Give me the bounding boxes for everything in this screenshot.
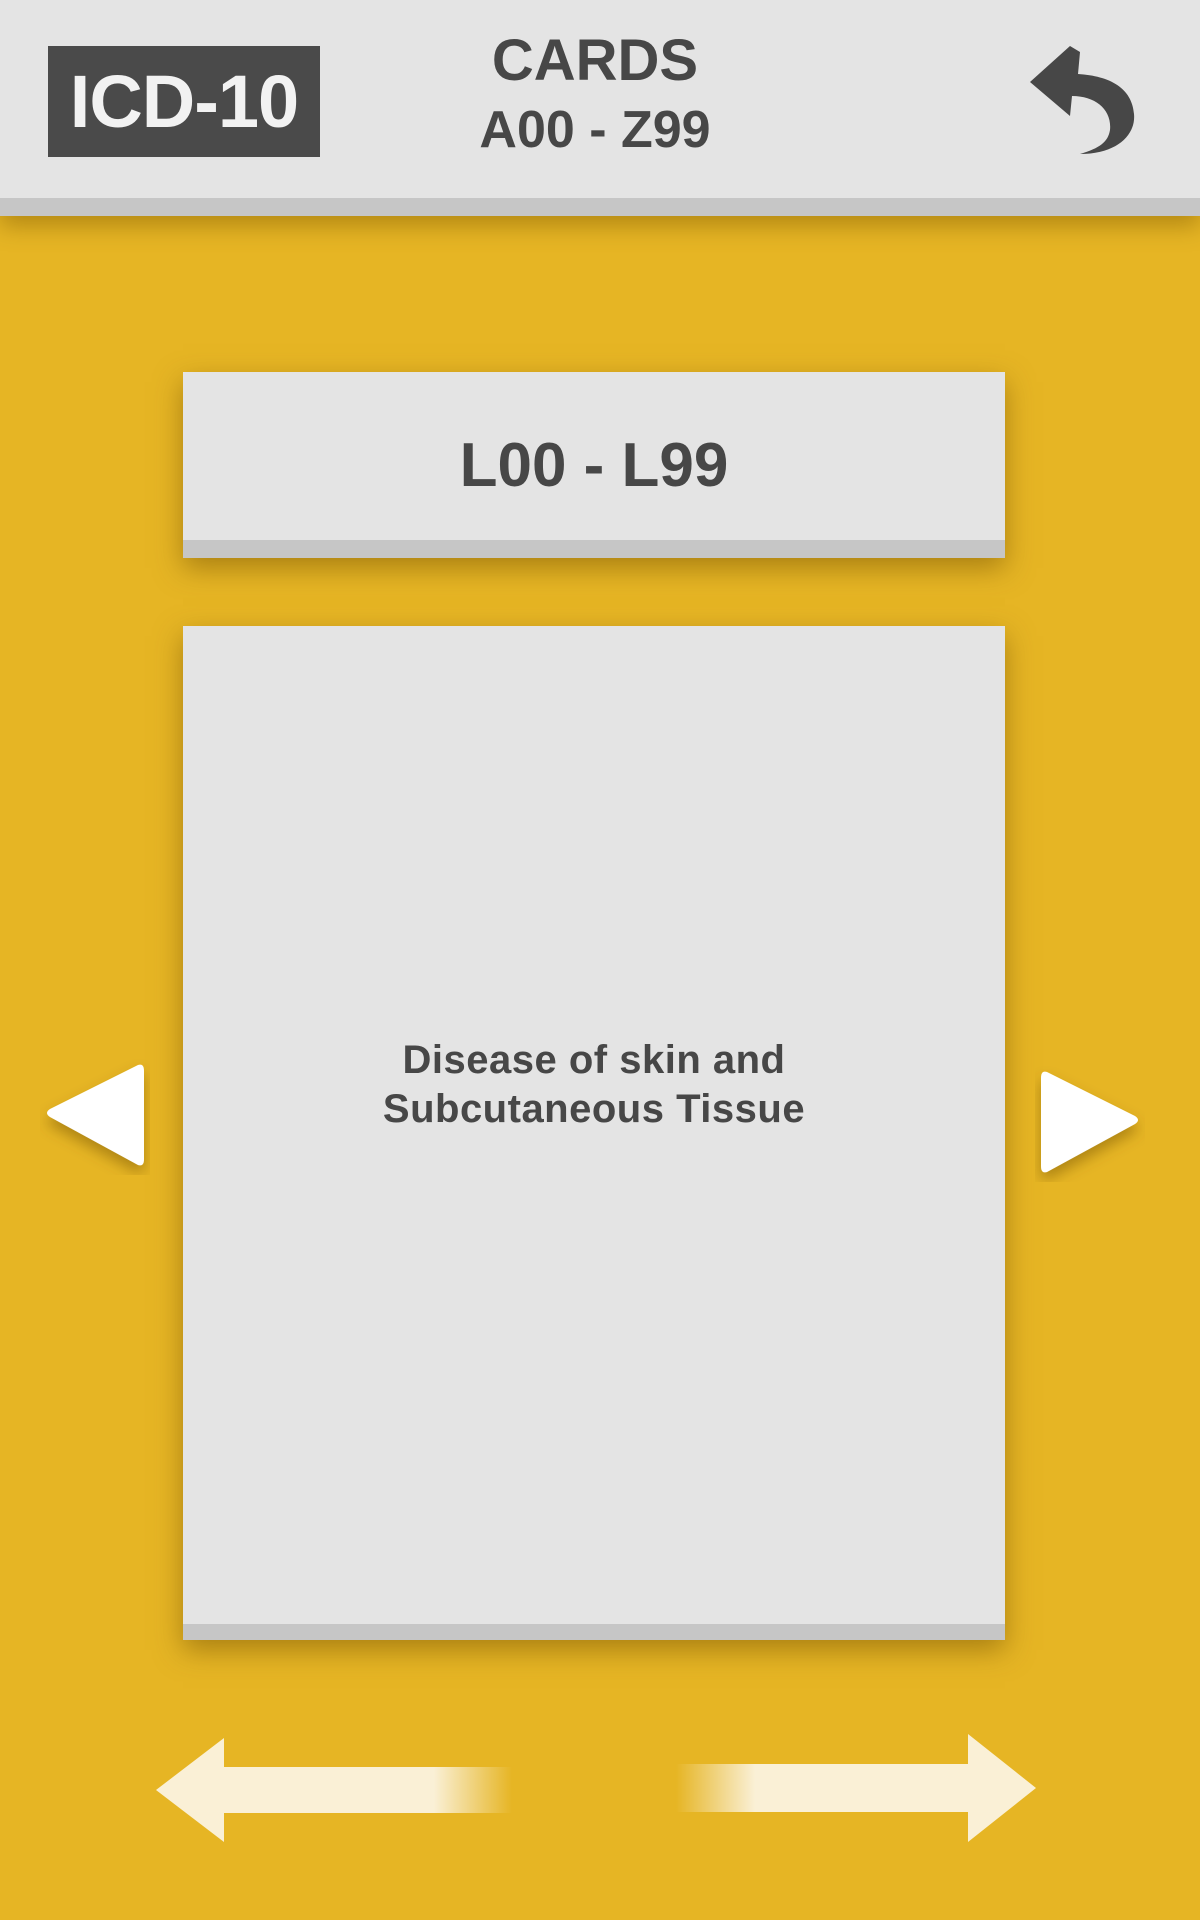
swipe-left-hint	[150, 1730, 520, 1850]
flash-card[interactable]: Disease of skin and Subcutaneous Tissue	[183, 626, 1005, 1640]
swipe-right-arrow-icon	[676, 1734, 1036, 1842]
previous-card-button[interactable]	[40, 1055, 150, 1175]
card-description-line1: Disease of skin and	[402, 1038, 786, 1082]
app-header: ICD-10 CARDS A00 - Z99	[0, 0, 1200, 216]
range-card: L00 - L99	[183, 372, 1005, 558]
header-title-block: CARDS A00 - Z99	[400, 26, 790, 162]
card-description-line2: Subcutaneous Tissue	[382, 1087, 806, 1131]
next-card-button[interactable]	[1035, 1062, 1145, 1182]
card-range: L00 - L99	[459, 431, 729, 500]
app-logo: ICD-10	[48, 46, 320, 157]
back-button[interactable]	[1020, 38, 1140, 158]
triangle-right-icon	[1041, 1071, 1138, 1173]
undo-arrow-icon	[1030, 46, 1135, 154]
card-description: Disease of skin and Subcutaneous Tissue	[183, 1036, 1005, 1134]
page-subtitle-range: A00 - Z99	[479, 101, 711, 159]
triangle-left-icon	[47, 1064, 144, 1166]
swipe-right-hint	[670, 1728, 1050, 1848]
swipe-left-arrow-icon	[156, 1738, 512, 1842]
page-title: CARDS	[491, 28, 699, 93]
